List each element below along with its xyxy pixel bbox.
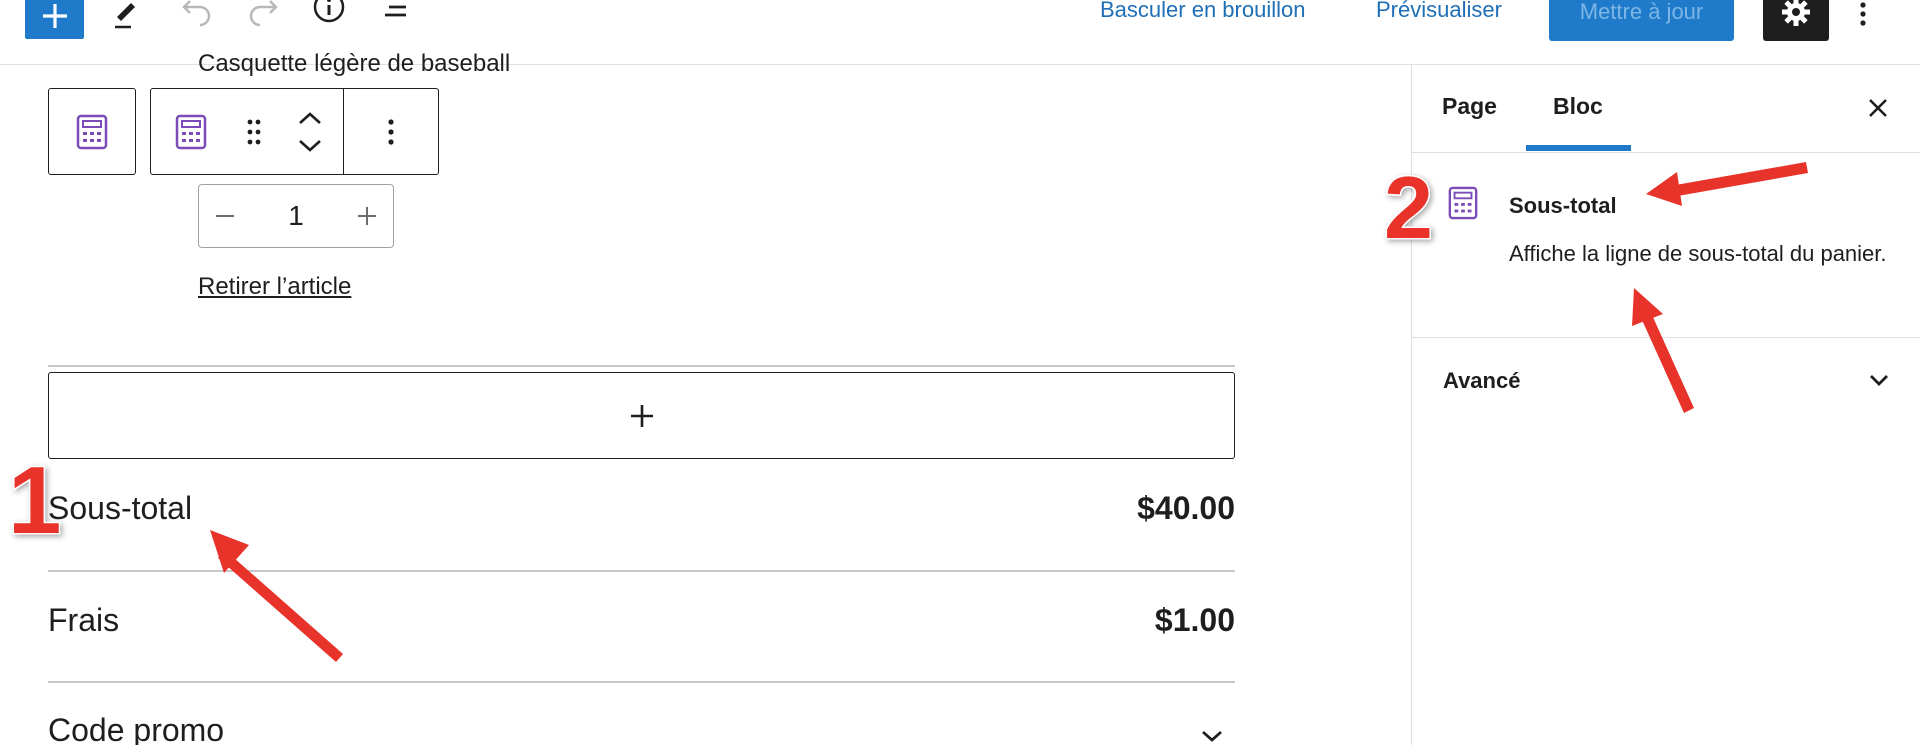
drag-handle-icon — [247, 119, 261, 144]
redo-button[interactable] — [241, 0, 285, 32]
block-inserter-button[interactable] — [25, 0, 84, 39]
block-card: Sous-total Affiche la ligne de sous-tota… — [1412, 153, 1920, 338]
calculator-icon — [76, 114, 108, 149]
plus-icon — [42, 3, 67, 28]
subtotal-label: Sous-total — [48, 490, 193, 526]
chevron-down-icon — [1870, 375, 1888, 386]
settings-button[interactable] — [1763, 0, 1829, 41]
quantity-value[interactable]: 1 — [251, 200, 341, 232]
fees-row[interactable]: Frais $1.00 — [48, 602, 1235, 639]
list-view-button[interactable] — [375, 0, 419, 32]
block-card-title: Sous-total — [1509, 193, 1617, 218]
settings-sidebar: Page Bloc Sous-total Affiche la ligne de… — [1411, 65, 1920, 745]
divider — [48, 570, 1235, 572]
tab-block[interactable]: Bloc — [1553, 93, 1603, 120]
remove-item-link[interactable]: Retirer l’article — [198, 273, 351, 301]
chevron-up-icon[interactable] — [297, 111, 323, 125]
fees-label: Frais — [48, 602, 120, 638]
switch-to-draft-link[interactable]: Basculer en brouillon — [1100, 0, 1305, 23]
move-buttons — [277, 89, 343, 174]
calculator-icon — [175, 114, 207, 149]
update-button[interactable]: Mettre à jour — [1549, 0, 1734, 41]
pencil-icon — [115, 3, 135, 29]
info-icon — [313, 0, 345, 23]
more-vertical-icon — [388, 118, 394, 145]
options-button[interactable] — [1845, 0, 1881, 34]
close-icon — [1869, 99, 1887, 117]
block-toolbar — [150, 88, 439, 175]
annotation-arrowhead-icon — [210, 530, 249, 573]
advanced-panel-title: Avancé — [1443, 368, 1521, 393]
gear-icon — [1782, 0, 1810, 26]
tools-button[interactable] — [104, 0, 148, 32]
increase-quantity-button[interactable] — [341, 185, 393, 247]
sidebar-tabs: Page Bloc — [1412, 65, 1920, 153]
block-card-description: Affiche la ligne de sous-total du panier… — [1509, 241, 1887, 266]
block-type-button[interactable] — [48, 88, 136, 175]
more-vertical-icon — [1860, 2, 1866, 26]
drag-handle[interactable] — [231, 89, 277, 174]
block-options-button[interactable] — [343, 89, 438, 174]
advanced-panel-toggle[interactable]: Avancé — [1412, 338, 1920, 428]
quantity-stepper: 1 — [198, 184, 394, 248]
redo-icon — [249, 0, 278, 27]
decrease-quantity-button[interactable] — [199, 185, 251, 247]
minus-icon — [216, 215, 234, 217]
subtotal-value: $40.00 — [1137, 490, 1235, 526]
fees-value: $1.00 — [1154, 602, 1235, 638]
promo-code-row[interactable]: Code promo — [48, 712, 1235, 745]
undo-button[interactable] — [175, 0, 219, 32]
tab-page[interactable]: Page — [1442, 93, 1497, 120]
preview-link[interactable]: Prévisualiser — [1376, 0, 1502, 23]
plus-icon — [358, 207, 376, 225]
plus-icon — [630, 404, 653, 427]
subtotal-row[interactable]: Sous-total $40.00 — [48, 490, 1235, 527]
chevron-down-icon[interactable] — [297, 139, 323, 153]
block-appender-button[interactable] — [48, 372, 1235, 459]
promo-code-label: Code promo — [48, 712, 225, 745]
divider — [48, 681, 1235, 683]
undo-icon — [182, 0, 211, 27]
product-name: Casquette légère de baseball — [198, 50, 511, 77]
details-button[interactable] — [307, 0, 351, 32]
calculator-icon — [1448, 186, 1478, 220]
block-switcher-button[interactable] — [151, 89, 231, 174]
close-sidebar-button[interactable] — [1863, 93, 1893, 123]
chevron-down-icon — [1202, 730, 1222, 742]
divider — [48, 365, 1235, 367]
active-tab-indicator — [1526, 145, 1631, 151]
list-view-icon — [385, 5, 406, 17]
